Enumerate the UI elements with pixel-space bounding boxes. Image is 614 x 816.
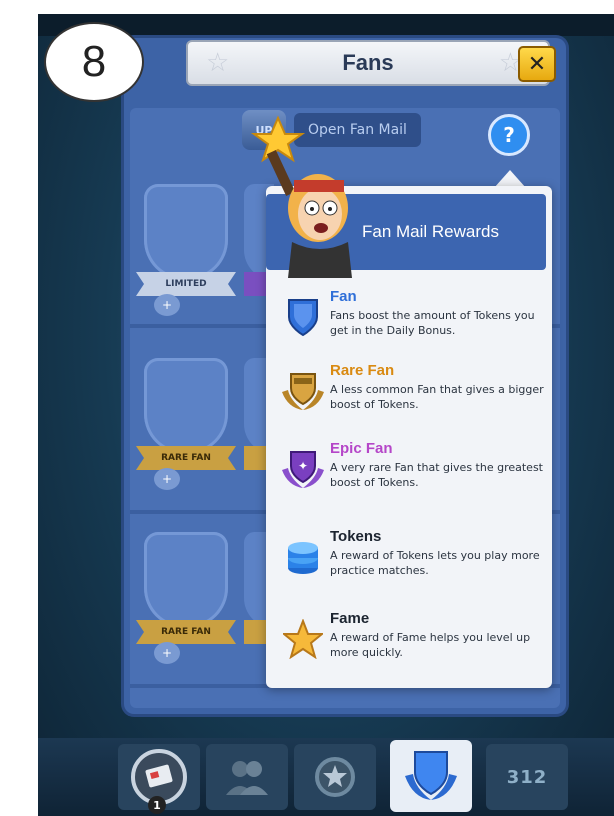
add-fan-icon[interactable]: + [154, 294, 180, 316]
tab-fans[interactable] [390, 740, 472, 812]
slot-label: RARE FAN [136, 620, 236, 644]
step-number-badge: 8 [44, 22, 144, 102]
fans-shield-icon [405, 751, 457, 800]
purple-shield-icon: ✦ [280, 446, 326, 492]
notification-badge: 1 [148, 796, 166, 814]
reward-name: Tokens [330, 528, 382, 545]
reward-name: Fan [330, 288, 357, 305]
empty-fan-shield-icon [144, 184, 228, 280]
tokens-icon [280, 534, 326, 580]
reward-name: Rare Fan [330, 362, 395, 379]
panel-header: ☆ Fans ☆ [186, 40, 550, 86]
add-fan-icon[interactable]: + [154, 642, 180, 664]
popup-title: Fan Mail Rewards [362, 222, 499, 241]
add-fan-icon[interactable]: + [154, 468, 180, 490]
blue-shield-icon [280, 294, 326, 340]
help-button[interactable]: ? [488, 114, 530, 156]
tab-achievements[interactable] [294, 744, 376, 810]
reward-rare-fan: Rare Fan A less common Fan that gives a … [280, 362, 546, 432]
empty-fan-shield-icon [144, 532, 228, 628]
gold-shield-icon [280, 368, 326, 414]
leaderboard-icon: 312 [506, 766, 548, 788]
reward-description: A very rare Fan that gives the greatest … [330, 461, 543, 489]
fan-slot-row2[interactable]: RARE FAN + [136, 358, 236, 490]
reward-name: Epic Fan [330, 440, 393, 457]
close-button[interactable]: ✕ [518, 46, 556, 82]
mascot-character-icon [238, 110, 368, 278]
reward-description: A reward of Tokens lets you play more pr… [330, 549, 540, 577]
reward-description: Fans boost the amount of Tokens you get … [330, 309, 535, 337]
header-star-left-icon: ☆ [206, 48, 230, 78]
tab-leaderboard[interactable]: 312 [486, 744, 568, 810]
svg-text:✦: ✦ [298, 459, 308, 473]
page-title: Fans [342, 50, 394, 75]
star-badge-icon [315, 757, 355, 797]
empty-fan-shield-icon [144, 358, 228, 454]
reward-tokens: Tokens A reward of Tokens lets you play … [280, 528, 546, 598]
reward-epic-fan: ✦ Epic Fan A very rare Fan that gives th… [280, 440, 546, 510]
slot-label: RARE FAN [136, 446, 236, 470]
friends-icon [226, 761, 268, 795]
reward-name: Fame [330, 610, 370, 627]
reward-description: A less common Fan that gives a bigger bo… [330, 383, 544, 411]
fan-slot-row1[interactable]: LIMITED + [136, 184, 236, 316]
tab-friends[interactable] [206, 744, 288, 810]
fan-slot-row3[interactable]: RARE FAN + [136, 532, 236, 664]
reward-fame: Fame A reward of Fame helps you level up… [280, 610, 546, 680]
reward-description: A reward of Fame helps you level up more… [330, 631, 531, 659]
reward-fan: Fan Fans boost the amount of Tokens you … [280, 288, 546, 358]
slot-label: LIMITED [136, 272, 236, 296]
star-icon [280, 616, 326, 662]
